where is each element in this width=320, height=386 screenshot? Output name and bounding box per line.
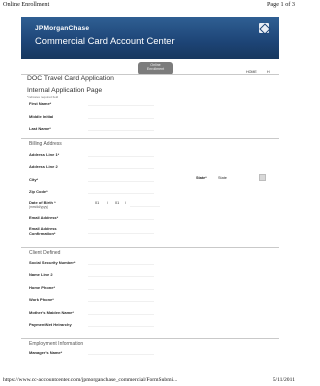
form-subtitle: Internal Application Page bbox=[27, 87, 103, 94]
email-confirm-label-2: Confirmation* bbox=[29, 231, 56, 236]
print-header: Online Enrollment Page 1 of 3 bbox=[3, 1, 295, 9]
client-defined-section: Client Defined bbox=[21, 247, 279, 256]
payment-net-hierarchy-input[interactable] bbox=[88, 320, 154, 327]
email-address-label: Email Address* bbox=[29, 215, 59, 220]
print-header-title: Online Enrollment bbox=[3, 1, 50, 8]
payment-net-hierarchy-label: PaymentNet Heirarchy bbox=[29, 322, 72, 327]
city-input[interactable] bbox=[88, 175, 154, 182]
client-defined-heading: Client Defined bbox=[29, 250, 61, 256]
dob-day[interactable]: 01 bbox=[115, 201, 119, 205]
print-footer: https://www.cc-accountcenter.com/jpmorga… bbox=[3, 377, 295, 385]
dob-year-input[interactable] bbox=[130, 200, 160, 207]
name-line-2-input[interactable] bbox=[88, 270, 154, 277]
print-footer-url: https://www.cc-accountcenter.com/jpmorga… bbox=[3, 377, 178, 383]
middle-initial-input[interactable] bbox=[88, 112, 154, 119]
address-line-2-label: Address Line 2 bbox=[29, 164, 58, 169]
address-line-1-label: Address Line 1* bbox=[29, 152, 60, 157]
address-line-2-input[interactable] bbox=[88, 162, 154, 169]
required-note: *indicates required field bbox=[27, 95, 59, 99]
date-of-birth-hint: (mm/dd/yyyy) bbox=[29, 205, 49, 209]
first-name-input[interactable] bbox=[88, 99, 154, 106]
zip-code-input[interactable] bbox=[88, 187, 154, 194]
last-name-label: Last Name* bbox=[29, 126, 51, 131]
email-confirm-input[interactable] bbox=[88, 227, 154, 234]
state-label: State* bbox=[196, 176, 207, 180]
print-footer-date: 5/11/2011 bbox=[272, 377, 295, 383]
state-dropdown-icon[interactable] bbox=[259, 174, 266, 181]
work-phone-label: Work Phone* bbox=[29, 297, 54, 302]
brand-logo: JPMorganChase bbox=[35, 25, 90, 32]
state-select-value[interactable]: State bbox=[218, 176, 227, 180]
city-label: City* bbox=[29, 177, 39, 182]
employment-information-section: Employment Information bbox=[21, 338, 279, 347]
print-header-page: Page 1 of 3 bbox=[266, 1, 295, 8]
billing-address-heading: Billing Address bbox=[29, 141, 62, 147]
mothers-maiden-name-input[interactable] bbox=[88, 308, 154, 315]
name-line-2-label: Name Line 2 bbox=[29, 272, 53, 277]
form-title: DOC Travel Card Application bbox=[27, 75, 114, 82]
dob-separator-2: / bbox=[125, 201, 127, 205]
middle-initial-label: Middle Initial bbox=[29, 114, 54, 119]
address-line-1-input[interactable] bbox=[88, 150, 154, 157]
managers-name-input[interactable] bbox=[88, 348, 154, 355]
zip-code-label: Zip Code* bbox=[29, 189, 48, 194]
home-phone-input[interactable] bbox=[88, 283, 154, 290]
online-enrollment-label: Online Enrollment bbox=[146, 63, 165, 71]
brand-octagon-icon bbox=[259, 23, 269, 33]
dob-month[interactable]: 01 bbox=[95, 201, 99, 205]
billing-address-section: Billing Address bbox=[21, 138, 279, 147]
employment-information-heading: Employment Information bbox=[29, 341, 84, 347]
banner-title: Commercial Card Account Center bbox=[35, 35, 175, 46]
ssn-label: Social Security Number* bbox=[29, 260, 76, 265]
header-banner: JPMorganChase Commercial Card Account Ce… bbox=[21, 17, 279, 59]
mothers-maiden-name-label: Mother's Maiden Name* bbox=[29, 310, 74, 315]
work-phone-input[interactable] bbox=[88, 295, 154, 302]
first-name-label: First Name* bbox=[29, 101, 52, 106]
ssn-input[interactable] bbox=[88, 258, 154, 265]
email-address-input[interactable] bbox=[88, 213, 154, 220]
home-phone-label: Home Phone* bbox=[29, 285, 56, 290]
dob-separator-1: / bbox=[107, 201, 109, 205]
managers-name-label: Manager's Name* bbox=[29, 350, 63, 355]
last-name-input[interactable] bbox=[88, 124, 154, 131]
